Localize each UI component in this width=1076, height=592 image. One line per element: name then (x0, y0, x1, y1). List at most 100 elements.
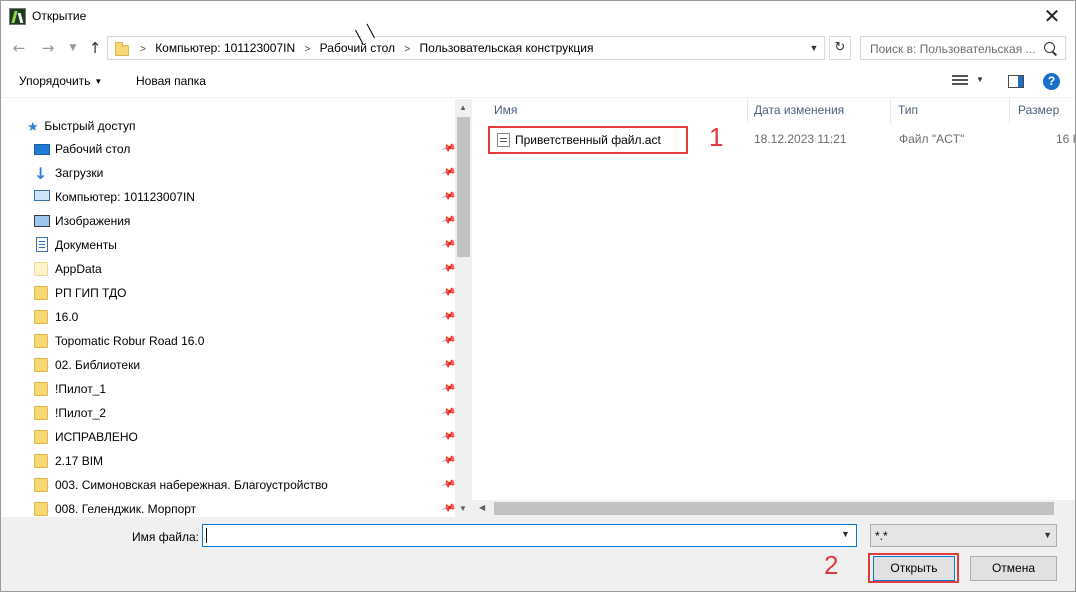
pin-icon[interactable]: 📌 (440, 357, 456, 373)
column-header-name[interactable]: Имя (494, 103, 517, 117)
breadcrumb-separator-icon[interactable]: > (304, 44, 310, 55)
breadcrumb-computer[interactable]: Компьютер: 101123007IN (155, 41, 295, 55)
file-type-filter-select[interactable]: *.* ▼ (870, 524, 1057, 547)
column-header-type[interactable]: Тип (898, 103, 918, 117)
sort-ascending-icon: ^ (610, 99, 618, 105)
column-divider[interactable] (747, 99, 748, 123)
filename-dropdown-icon[interactable]: ▼ (841, 529, 850, 539)
sidebar-item-pictures[interactable]: Изображения 📌 (34, 209, 456, 233)
close-icon[interactable]: ✕ (1037, 4, 1067, 28)
sidebar-item-2-17-bim[interactable]: 2.17 BIM 📌 (34, 449, 456, 473)
help-icon[interactable]: ? (1043, 73, 1060, 90)
scroll-left-icon[interactable]: ◀ (479, 503, 485, 512)
column-divider[interactable] (1009, 99, 1010, 123)
view-mode-chevron-icon[interactable]: ▼ (976, 75, 984, 84)
forward-arrow-icon[interactable]: → (39, 38, 57, 58)
preview-pane-icon[interactable] (1008, 75, 1024, 88)
pin-icon[interactable]: 📌 (440, 213, 456, 229)
pin-icon[interactable]: 📌 (440, 477, 456, 493)
file-name-cell[interactable]: Приветственный файл.act (488, 126, 688, 154)
sidebar-item-ispravleno[interactable]: ИСПРАВЛЕНО 📌 (34, 425, 456, 449)
folder-icon (34, 262, 48, 276)
sidebar-item-label: !Пилот_1 (55, 382, 107, 396)
sidebar-item-documents[interactable]: Документы 📌 (34, 233, 456, 257)
navigation-pane: ★ Быстрый доступ Рабочий стол 📌 ↓ Загруз… (1, 99, 471, 517)
address-bar[interactable]: > Компьютер: 101123007IN > Рабочий стол … (107, 36, 825, 60)
column-header-size[interactable]: Размер (1018, 103, 1059, 117)
sidebar-item-libraries[interactable]: 02. Библиотеки 📌 (34, 353, 456, 377)
folder-icon (34, 502, 48, 516)
sidebar-item-label: !Пилот_2 (55, 406, 107, 420)
scrollbar-thumb[interactable] (494, 502, 1054, 515)
filter-value: *.* (875, 529, 888, 543)
breadcrumb-current-folder[interactable]: Пользовательская конструкция (420, 41, 594, 55)
open-button[interactable]: Открыть (873, 556, 955, 581)
navigation-scrollbar[interactable]: ▲ ▼ (455, 99, 472, 517)
sidebar-item-topomatic[interactable]: Topomatic Robur Road 16.0 📌 (34, 329, 456, 353)
command-toolbar: Упорядочить ▼ Новая папка ▼ ? (1, 64, 1075, 98)
sidebar-item-quick-access[interactable]: ★ Быстрый доступ (27, 119, 135, 135)
table-row[interactable]: Приветственный файл.act 18.12.2023 11:21… (486, 125, 1075, 154)
pin-icon[interactable]: 📌 (440, 237, 456, 253)
search-icon[interactable] (1043, 41, 1059, 57)
sidebar-item-desktop[interactable]: Рабочий стол 📌 (34, 137, 456, 161)
annotation-marker-1: 1 (709, 122, 724, 152)
search-input[interactable]: Поиск в: Пользовательская ... (860, 36, 1066, 60)
scroll-down-icon[interactable]: ▼ (459, 504, 467, 513)
file-type: Файл "ACT" (899, 132, 965, 146)
folder-icon (34, 286, 48, 300)
sidebar-item-computer[interactable]: Компьютер: 101123007IN 📌 (34, 185, 456, 209)
scroll-up-icon[interactable]: ▲ (459, 103, 467, 112)
pin-icon[interactable]: 📌 (440, 501, 456, 517)
sidebar-item-label: РП ГИП ТДО (55, 286, 127, 300)
breadcrumb-desktop[interactable]: Рабочий стол (320, 41, 395, 55)
folder-icon (34, 406, 48, 420)
sidebar-item-pilot-1[interactable]: !Пилот_1 📌 (34, 377, 456, 401)
sidebar-item-label: Загрузки (55, 166, 104, 180)
sidebar-item-label: 02. Библиотеки (55, 358, 141, 372)
folder-icon (34, 430, 48, 444)
organize-button[interactable]: Упорядочить ▼ (19, 74, 102, 88)
view-mode-icon[interactable] (952, 75, 968, 87)
refresh-icon[interactable]: ↻ (829, 36, 851, 60)
sidebar-item-simonovskaya[interactable]: 003. Симоновская набережная. Благоустрой… (34, 473, 456, 497)
sidebar-item-appdata[interactable]: AppData 📌 (34, 257, 456, 281)
open-file-dialog: Открытие ✕ ← → ▼ ↑ > Компьютер: 10112300… (0, 0, 1076, 592)
folder-icon (34, 334, 48, 348)
up-arrow-icon[interactable]: ↑ (86, 38, 104, 58)
pin-icon[interactable]: 📌 (440, 189, 456, 205)
column-divider[interactable] (890, 99, 891, 123)
breadcrumb-separator-icon[interactable]: > (404, 44, 410, 55)
back-arrow-icon[interactable]: ← (10, 38, 28, 58)
new-folder-button[interactable]: Новая папка (136, 74, 206, 88)
sidebar-item-label: Компьютер: 101123007IN (55, 190, 195, 204)
filename-input[interactable] (202, 524, 857, 547)
sidebar-item-gelendzhik[interactable]: 008. Геленджик. Морпорт 📌 (34, 497, 456, 517)
file-size: 16 К (1056, 132, 1075, 146)
address-dropdown-icon[interactable]: ▼ (804, 37, 824, 59)
pin-icon[interactable]: 📌 (440, 285, 456, 301)
pin-icon[interactable]: 📌 (440, 333, 456, 349)
pin-icon[interactable]: 📌 (440, 165, 456, 181)
column-header-date[interactable]: Дата изменения (754, 103, 844, 117)
pin-icon[interactable]: 📌 (440, 453, 456, 469)
pin-icon[interactable]: 📌 (440, 141, 456, 157)
sidebar-item-pilot-2[interactable]: !Пилот_2 📌 (34, 401, 456, 425)
sidebar-item-label: Рабочий стол (55, 142, 131, 156)
pin-icon[interactable]: 📌 (440, 381, 456, 397)
sidebar-item-label: 2.17 BIM (55, 454, 104, 468)
pin-icon[interactable]: 📌 (440, 405, 456, 421)
sidebar-item-downloads[interactable]: ↓ Загрузки 📌 (34, 161, 456, 185)
filename-label: Имя файла: (132, 530, 199, 544)
recent-locations-chevron-icon[interactable]: ▼ (64, 38, 82, 58)
sidebar-item-rp-gip-tdo[interactable]: РП ГИП ТДО 📌 (34, 281, 456, 305)
cancel-button[interactable]: Отмена (970, 556, 1057, 581)
pin-icon[interactable]: 📌 (440, 309, 456, 325)
scrollbar-thumb[interactable] (457, 117, 470, 257)
horizontal-scrollbar[interactable]: ◀ (472, 500, 1075, 517)
sidebar-item-label: ИСПРАВЛЕНО (55, 430, 138, 444)
pin-icon[interactable]: 📌 (440, 261, 456, 277)
pin-icon[interactable]: 📌 (440, 429, 456, 445)
sidebar-item-16-0[interactable]: 16.0 📌 (34, 305, 456, 329)
sidebar-item-label: Быстрый доступ (44, 119, 136, 133)
